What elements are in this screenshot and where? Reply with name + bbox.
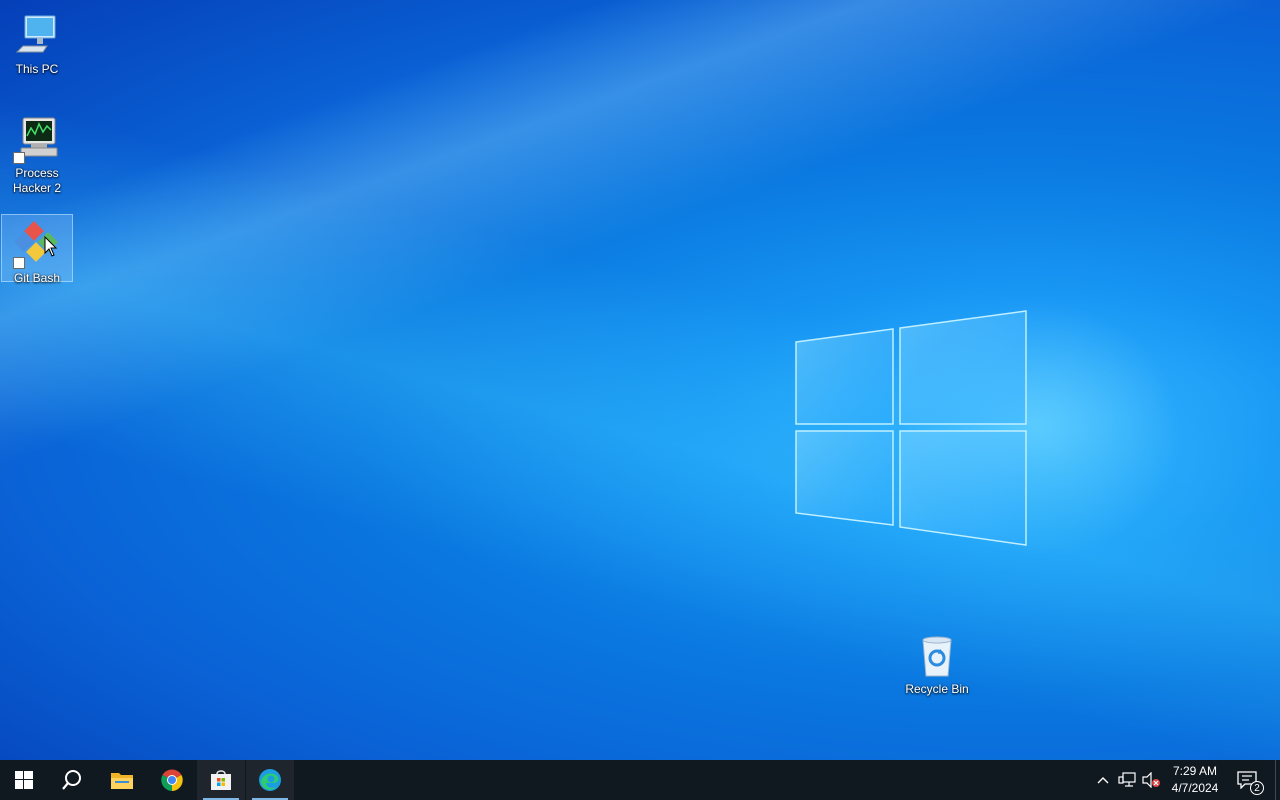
notification-count-badge: 2 (1250, 781, 1264, 795)
clock-date: 4/7/2024 (1171, 781, 1219, 795)
network-icon (1118, 772, 1136, 787)
shortcut-arrow-icon (13, 257, 25, 269)
wallpaper-light-beam (0, 0, 1280, 760)
desktop-icon-label: This PC (15, 62, 59, 76)
clock[interactable]: 7:29 AM 4/7/2024 (1164, 763, 1226, 797)
chrome-icon (161, 769, 183, 791)
windows-logo-wallpaper (795, 310, 1027, 546)
wallpaper-light-beam (0, 0, 1280, 760)
chrome-button[interactable] (148, 760, 196, 800)
clock-time: 7:29 AM (1172, 764, 1218, 778)
windows-start-icon (15, 771, 33, 789)
chevron-up-icon (1097, 777, 1109, 784)
network-button[interactable] (1117, 770, 1137, 790)
show-desktop-button[interactable] (1275, 760, 1280, 800)
desktop-icon-label: Recycle Bin (905, 682, 969, 696)
shortcut-arrow-icon (13, 152, 25, 164)
volume-button[interactable] (1141, 770, 1161, 790)
edge-button[interactable] (246, 760, 294, 800)
search-icon (62, 770, 81, 790)
start-button[interactable] (0, 760, 48, 800)
store-icon (211, 770, 231, 790)
search-button[interactable] (48, 760, 96, 800)
computer-icon (15, 15, 56, 53)
desktop-icon-git-bash[interactable]: Git Bash (1, 214, 73, 285)
recycle-bin-icon (922, 636, 952, 677)
desktop-icon-label: Process Hacker 2 (12, 166, 62, 195)
show-hidden-icons-button[interactable] (1093, 770, 1113, 790)
desktop-icon-this-pc[interactable]: This PC (1, 6, 73, 77)
file-explorer-button[interactable] (98, 760, 146, 800)
desktop-icon-recycle-bin[interactable]: Recycle Bin (901, 626, 973, 697)
edge-icon (259, 769, 281, 791)
mouse-cursor-icon (44, 236, 58, 257)
taskbar: 7:29 AM 4/7/2024 2 (0, 760, 1280, 800)
microsoft-store-button[interactable] (197, 760, 245, 800)
desktop[interactable]: This PC Process Hacker 2 Git Bash Recycl… (0, 0, 1280, 760)
desktop-icon-label: Git Bash (13, 271, 61, 285)
folder-icon (111, 773, 133, 789)
desktop-icon-process-hacker[interactable]: Process Hacker 2 (1, 110, 73, 196)
volume-muted-icon (1142, 772, 1160, 788)
